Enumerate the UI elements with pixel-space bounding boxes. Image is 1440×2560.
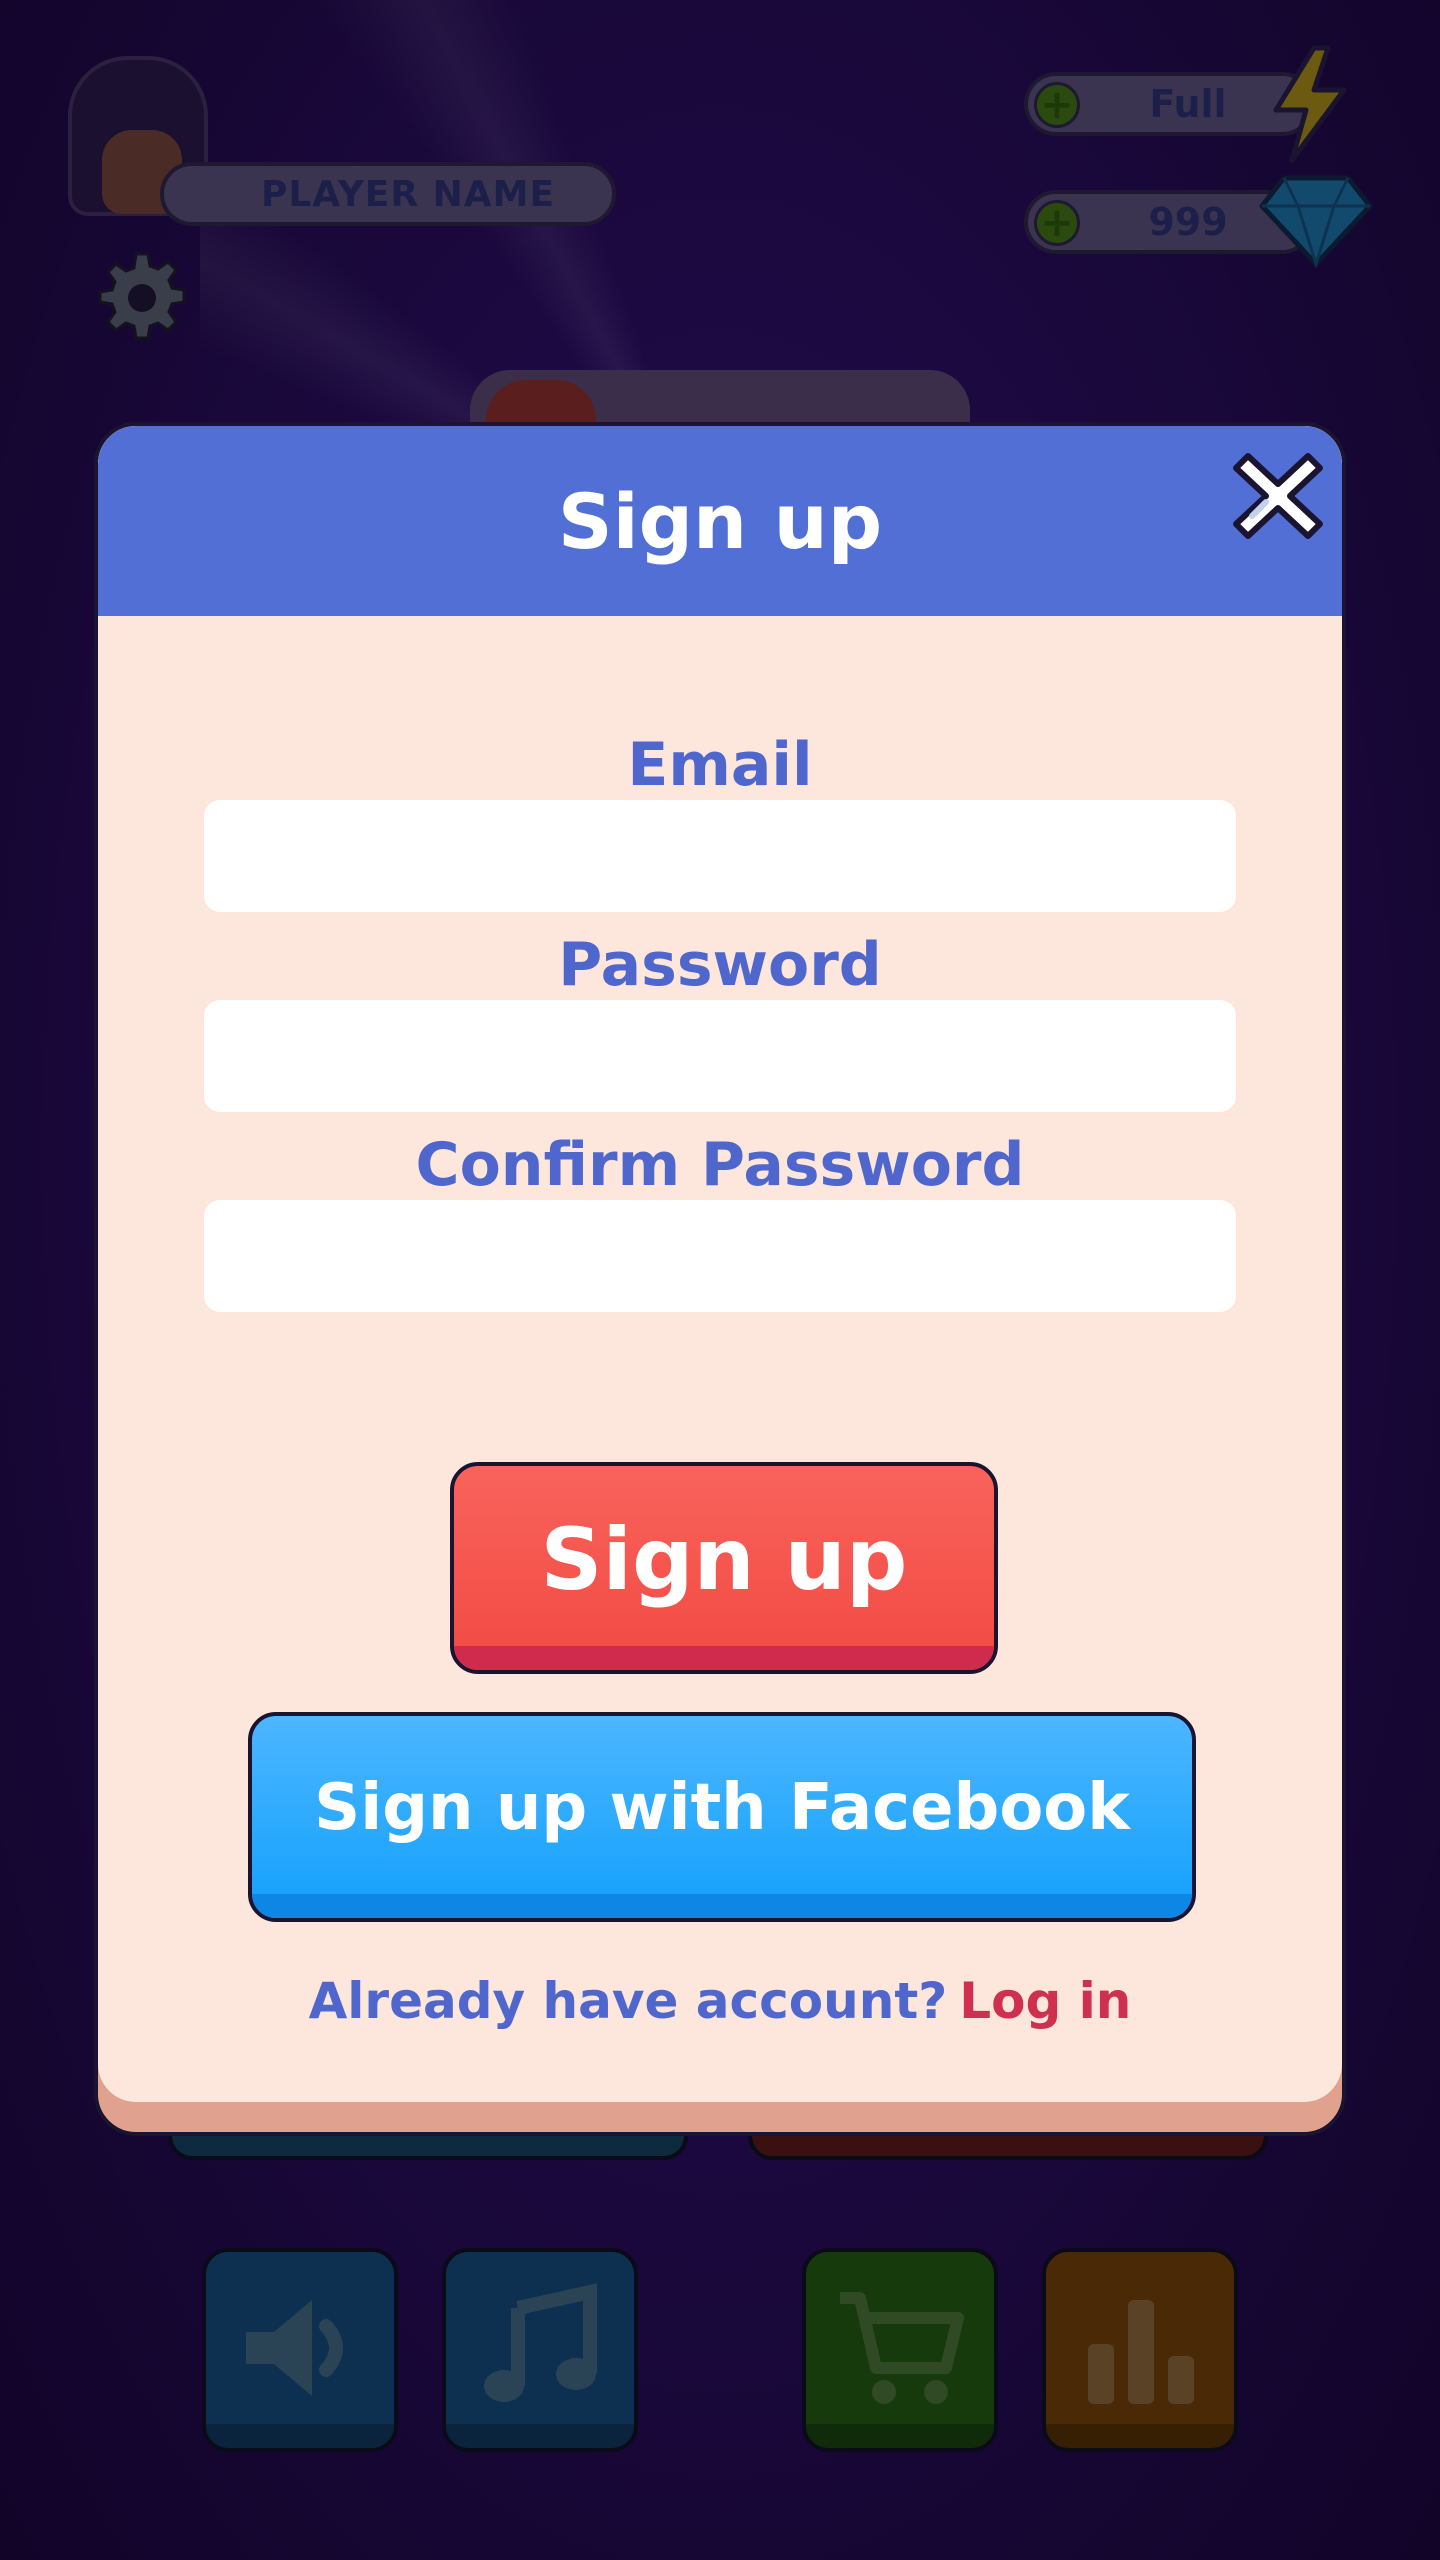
bolt-icon: [1273, 45, 1347, 163]
shop-button[interactable]: [802, 2248, 998, 2452]
email-label: Email: [627, 730, 813, 800]
modal-body: Sign up Email Password Confirm Password …: [98, 426, 1342, 2102]
bar-chart-icon: [1088, 2300, 1194, 2404]
facebook-button-label: Sign up with Facebook: [314, 1771, 1130, 1845]
password-field[interactable]: [204, 1000, 1236, 1112]
signup-button-label: Sign up: [540, 1510, 908, 1610]
confirm-password-label: Confirm Password: [415, 1130, 1025, 1200]
gear-icon[interactable]: [92, 248, 192, 348]
signup-button[interactable]: Sign up: [450, 1462, 998, 1674]
close-icon[interactable]: [1232, 450, 1324, 542]
email-field[interactable]: [204, 800, 1236, 912]
facebook-signup-button[interactable]: Sign up with Facebook: [248, 1712, 1196, 1922]
leaderboard-button[interactable]: [1042, 2248, 1238, 2452]
music-button[interactable]: [442, 2248, 638, 2452]
login-link[interactable]: Log in: [959, 1972, 1131, 2030]
add-gems-button[interactable]: +: [1034, 200, 1080, 246]
gem-icon: [1259, 175, 1373, 268]
energy-value: Full: [1149, 82, 1227, 126]
modal-header: Sign up: [98, 426, 1342, 616]
signup-modal: Sign up Email Password Confirm Password …: [94, 422, 1346, 2136]
player-name-pill: PLAYER NAME: [160, 162, 616, 226]
login-prompt: Already have account?: [308, 1972, 948, 2030]
login-row: Already have account? Log in: [98, 1966, 1342, 2036]
password-label: Password: [558, 930, 882, 1000]
music-note-icon: [484, 2283, 597, 2402]
confirm-password-field[interactable]: [204, 1200, 1236, 1312]
add-energy-button[interactable]: +: [1034, 82, 1080, 128]
sound-button[interactable]: [202, 2248, 398, 2452]
cart-icon: [840, 2292, 964, 2404]
player-name: PLAYER NAME: [260, 173, 556, 215]
modal-title: Sign up: [557, 476, 883, 566]
speaker-icon: [246, 2300, 343, 2396]
